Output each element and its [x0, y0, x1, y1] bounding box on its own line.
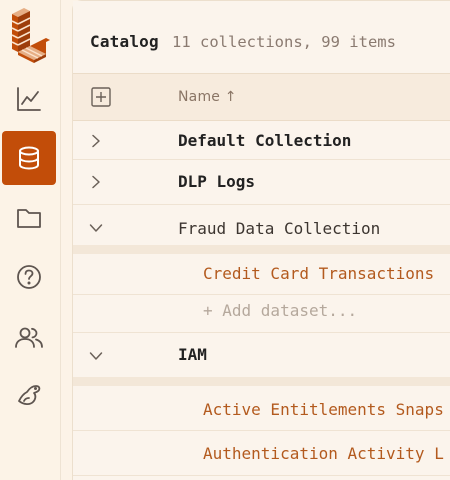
- collection-name[interactable]: Default Collection: [178, 131, 351, 150]
- collection-counts: 11 collections, 99 items: [172, 33, 396, 51]
- dataset-link[interactable]: Authentication Activity L: [203, 444, 444, 463]
- add-dataset-row[interactable]: + Add dataset...: [73, 295, 450, 333]
- chevron-right-icon[interactable]: [89, 134, 103, 148]
- catalog-panel: Catalog 11 collections, 99 items Name ↑ …: [72, 0, 450, 480]
- sidebar-divider: [60, 0, 61, 480]
- expanded-divider: [73, 377, 450, 386]
- sidebar-item-users[interactable]: [2, 310, 56, 364]
- sidebar: [0, 0, 58, 480]
- database-icon: [19, 146, 39, 170]
- logo-icon[interactable]: [6, 6, 52, 64]
- collection-row-dlp-logs[interactable]: DLP Logs: [73, 160, 450, 205]
- chevron-right-icon[interactable]: [89, 175, 103, 189]
- collection-name[interactable]: Fraud Data Collection: [178, 219, 380, 238]
- chevron-down-icon[interactable]: [89, 349, 103, 363]
- catalog-header: Catalog 11 collections, 99 items: [73, 1, 450, 74]
- plus-square-icon[interactable]: [91, 87, 111, 107]
- dataset-row[interactable]: Authentication Activity L: [73, 431, 450, 476]
- collection-row-fraud[interactable]: Fraud Data Collection: [73, 205, 450, 245]
- sidebar-item-seal[interactable]: [2, 368, 56, 422]
- collection-name[interactable]: IAM: [178, 345, 207, 364]
- name-column-header[interactable]: Name ↑: [178, 89, 237, 105]
- page-title: Catalog: [90, 32, 159, 51]
- collection-row-iam[interactable]: IAM: [73, 333, 450, 377]
- sidebar-item-files[interactable]: [2, 191, 56, 245]
- dataset-link[interactable]: Active Entitlements Snaps: [203, 400, 444, 419]
- help-icon: [17, 265, 41, 289]
- dataset-row[interactable]: Active Entitlements Snaps: [73, 386, 450, 431]
- seal-icon: [18, 385, 41, 406]
- folder-icon: [17, 209, 41, 228]
- add-dataset-button[interactable]: + Add dataset...: [203, 301, 357, 320]
- sidebar-item-help[interactable]: [2, 250, 56, 304]
- dataset-row[interactable]: Credit Card Transactions: [73, 254, 450, 295]
- chevron-down-icon[interactable]: [89, 221, 103, 235]
- collection-row-default[interactable]: Default Collection: [73, 121, 450, 160]
- users-icon: [15, 327, 43, 348]
- sidebar-item-analytics[interactable]: [2, 72, 56, 126]
- dataset-link[interactable]: Credit Card Transactions: [203, 264, 434, 283]
- sidebar-item-catalog[interactable]: [2, 131, 56, 185]
- table-header: Name ↑: [73, 74, 450, 121]
- chart-icon: [17, 87, 41, 111]
- app-window: Catalog 11 collections, 99 items Name ↑ …: [0, 0, 450, 480]
- collection-name[interactable]: DLP Logs: [178, 172, 255, 191]
- expanded-divider: [73, 245, 450, 254]
